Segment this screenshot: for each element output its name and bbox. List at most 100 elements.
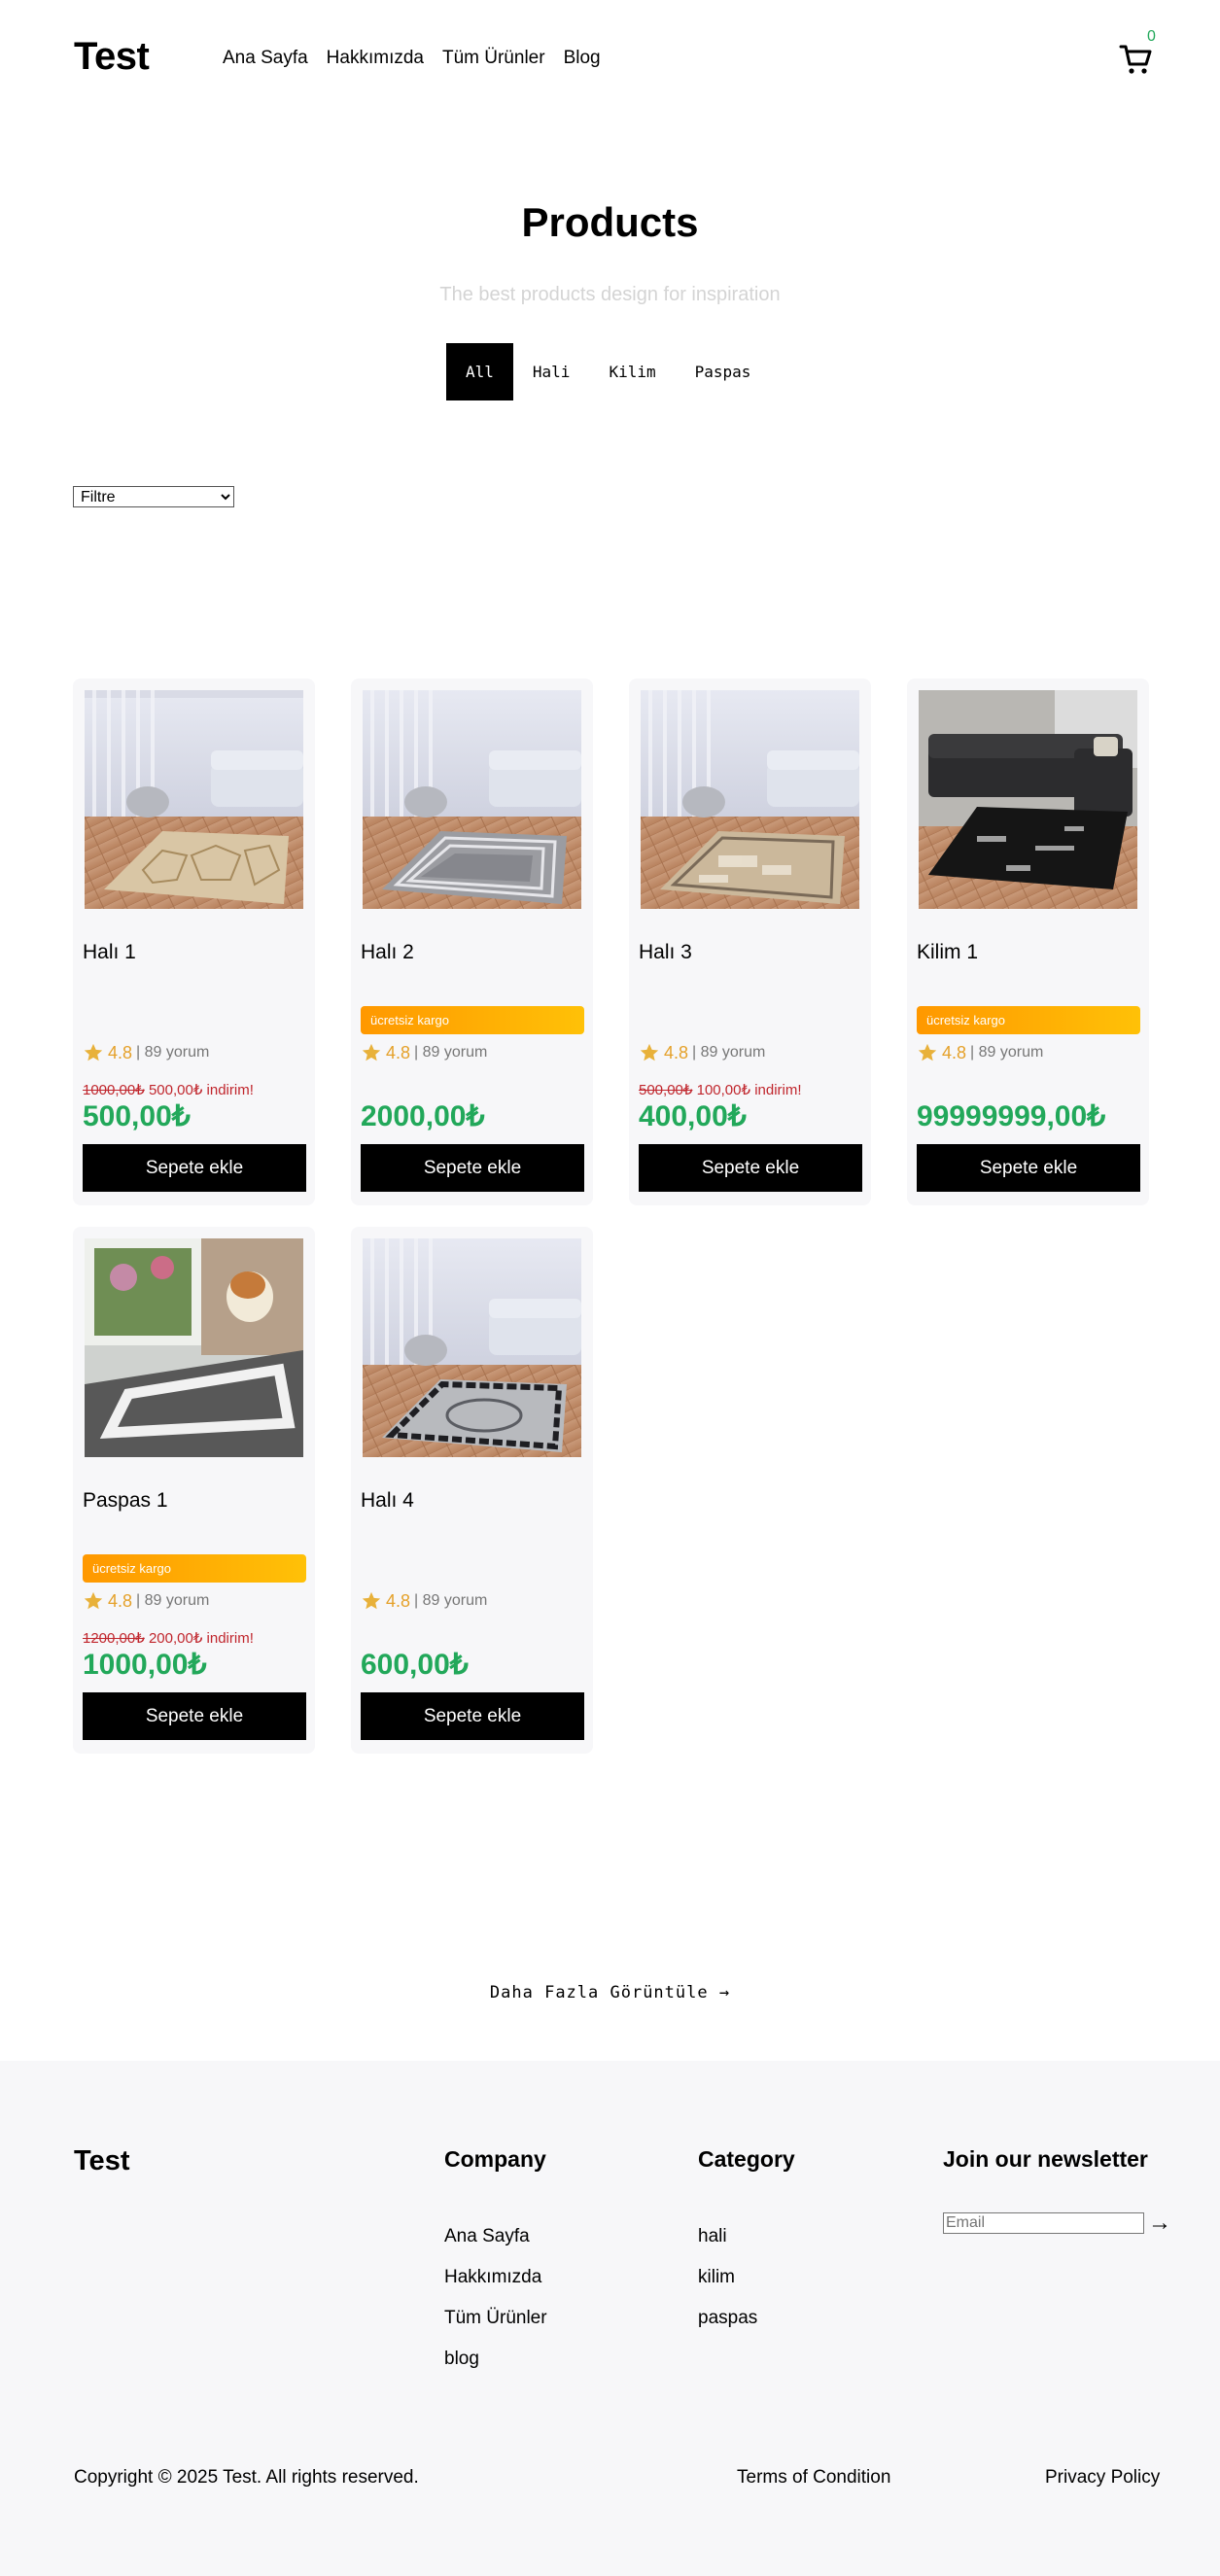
add-to-cart-button[interactable]: Sepete ekle	[639, 1144, 862, 1192]
product-name[interactable]: Halı 2	[361, 941, 414, 964]
product-image[interactable]	[919, 690, 1137, 909]
review-count: | 89 yorum	[692, 1044, 766, 1061]
product-name[interactable]: Halı 4	[361, 1489, 414, 1513]
nav-link-about[interactable]: Hakkımızda	[327, 48, 424, 69]
product-rating: 4.8 | 89 yorum	[83, 1042, 209, 1063]
product-price: 500,00₺	[83, 1100, 191, 1132]
footer-logo[interactable]: Test	[74, 2145, 129, 2177]
product-name[interactable]: Kilim 1	[917, 941, 978, 964]
product-price: 99999999,00₺	[917, 1100, 1106, 1132]
newsletter-email-input[interactable]	[943, 2212, 1144, 2234]
page-title: Products	[521, 199, 699, 245]
product-price: 600,00₺	[361, 1649, 469, 1681]
cart-icon[interactable]	[1118, 41, 1155, 78]
footer-link-hali[interactable]: hali	[698, 2226, 757, 2267]
nav-link-all-products[interactable]: Tüm Ürünler	[442, 48, 545, 69]
review-count: | 89 yorum	[136, 1592, 210, 1609]
product-image[interactable]	[641, 690, 859, 909]
discount-line: 1000,00₺ 500,00₺ indirim!	[83, 1081, 254, 1098]
arrow-right-icon[interactable]: →	[1148, 2210, 1171, 2237]
discount-amount: 100,00₺ indirim!	[696, 1082, 802, 1098]
add-to-cart-button[interactable]: Sepete ekle	[917, 1144, 1140, 1192]
site-header: Test Ana Sayfa Hakkımızda Tüm Ürünler Bl…	[0, 0, 1220, 117]
discount-line: 1200,00₺ 200,00₺ indirim!	[83, 1629, 254, 1647]
product-rating: 4.8 | 89 yorum	[83, 1590, 209, 1612]
cart-count-badge: 0	[1147, 28, 1156, 45]
product-name[interactable]: Paspas 1	[83, 1489, 168, 1513]
product-card[interactable]: Halı 2 ücretsiz kargo 4.8 | 89 yorum 200…	[351, 679, 593, 1205]
product-image[interactable]	[363, 1238, 581, 1457]
footer-link-home[interactable]: Ana Sayfa	[444, 2226, 547, 2267]
newsletter-form: →	[943, 2210, 1171, 2237]
star-icon	[640, 1043, 659, 1062]
footer-link-paspas[interactable]: paspas	[698, 2308, 757, 2349]
star-icon	[362, 1591, 381, 1610]
footer-link-about[interactable]: Hakkımızda	[444, 2267, 547, 2308]
product-card[interactable]: Halı 1 4.8 | 89 yorum 1000,00₺ 500,00₺ i…	[73, 679, 315, 1205]
rating-value: 4.8	[108, 1590, 133, 1611]
product-card[interactable]: Halı 3 4.8 | 89 yorum 500,00₺ 100,00₺ in…	[629, 679, 871, 1205]
filter-select[interactable]: Filtre	[73, 486, 234, 507]
load-more-link[interactable]: Daha Fazla Görüntüle →	[0, 1983, 1220, 2002]
discount-amount: 500,00₺ indirim!	[148, 1082, 254, 1098]
discount-line: 500,00₺ 100,00₺ indirim!	[639, 1081, 802, 1098]
rating-value: 4.8	[664, 1042, 689, 1062]
free-shipping-badge: ücretsiz kargo	[917, 1006, 1140, 1034]
tab-kilim[interactable]: Kilim	[589, 343, 676, 400]
product-name[interactable]: Halı 1	[83, 941, 136, 964]
product-price: 2000,00₺	[361, 1100, 485, 1132]
star-icon	[918, 1043, 937, 1062]
product-card[interactable]: Kilim 1 ücretsiz kargo 4.8 | 89 yorum 99…	[907, 679, 1149, 1205]
main-nav: Ana Sayfa Hakkımızda Tüm Ürünler Blog	[223, 48, 619, 69]
nav-link-home[interactable]: Ana Sayfa	[223, 48, 308, 69]
tab-paspas[interactable]: Paspas	[675, 343, 771, 400]
product-rating: 4.8 | 89 yorum	[639, 1042, 765, 1063]
footer-link-blog[interactable]: blog	[444, 2349, 547, 2389]
product-image[interactable]	[363, 690, 581, 909]
review-count: | 89 yorum	[414, 1592, 488, 1609]
rating-value: 4.8	[386, 1042, 411, 1062]
product-rating: 4.8 | 89 yorum	[361, 1042, 487, 1063]
add-to-cart-button[interactable]: Sepete ekle	[83, 1144, 306, 1192]
footer-company-heading: Company	[444, 2146, 546, 2172]
old-price: 500,00₺	[639, 1082, 693, 1098]
footer-link-kilim[interactable]: kilim	[698, 2267, 757, 2308]
add-to-cart-button[interactable]: Sepete ekle	[361, 1692, 584, 1740]
product-price: 1000,00₺	[83, 1649, 207, 1681]
old-price: 1200,00₺	[83, 1630, 145, 1647]
review-count: | 89 yorum	[136, 1044, 210, 1061]
product-image[interactable]	[85, 1238, 303, 1457]
free-shipping-badge: ücretsiz kargo	[361, 1006, 584, 1034]
nav-link-blog[interactable]: Blog	[564, 48, 601, 69]
rating-value: 4.8	[942, 1042, 967, 1062]
site-footer: Test Company Ana Sayfa Hakkımızda Tüm Ür…	[0, 2061, 1220, 2576]
footer-link-all-products[interactable]: Tüm Ürünler	[444, 2308, 547, 2349]
review-count: | 89 yorum	[414, 1044, 488, 1061]
privacy-link[interactable]: Privacy Policy	[1045, 2467, 1160, 2489]
star-icon	[84, 1591, 103, 1610]
copyright-text: Copyright © 2025 Test. All rights reserv…	[74, 2467, 419, 2488]
category-tabs: All Hali Kilim Paspas	[446, 343, 771, 400]
terms-link[interactable]: Terms of Condition	[737, 2467, 890, 2489]
product-image[interactable]	[85, 690, 303, 909]
product-card[interactable]: Paspas 1 ücretsiz kargo 4.8 | 89 yorum 1…	[73, 1227, 315, 1754]
star-icon	[84, 1043, 103, 1062]
page-subtitle: The best products design for inspiration	[439, 284, 781, 305]
free-shipping-badge: ücretsiz kargo	[83, 1554, 306, 1583]
product-name[interactable]: Halı 3	[639, 941, 692, 964]
newsletter-heading: Join our newsletter	[943, 2146, 1148, 2172]
site-logo[interactable]: Test	[74, 35, 150, 79]
product-rating: 4.8 | 89 yorum	[917, 1042, 1043, 1063]
star-icon	[362, 1043, 381, 1062]
tab-all[interactable]: All	[446, 343, 513, 400]
footer-category-heading: Category	[698, 2146, 795, 2172]
tab-hali[interactable]: Hali	[512, 343, 590, 400]
rating-value: 4.8	[108, 1042, 133, 1062]
footer-category-links: hali kilim paspas	[698, 2226, 757, 2349]
product-rating: 4.8 | 89 yorum	[361, 1590, 487, 1612]
add-to-cart-button[interactable]: Sepete ekle	[361, 1144, 584, 1192]
product-card[interactable]: Halı 4 4.8 | 89 yorum 600,00₺ Sepete ekl…	[351, 1227, 593, 1754]
add-to-cart-button[interactable]: Sepete ekle	[83, 1692, 306, 1740]
old-price: 1000,00₺	[83, 1082, 145, 1098]
review-count: | 89 yorum	[970, 1044, 1044, 1061]
